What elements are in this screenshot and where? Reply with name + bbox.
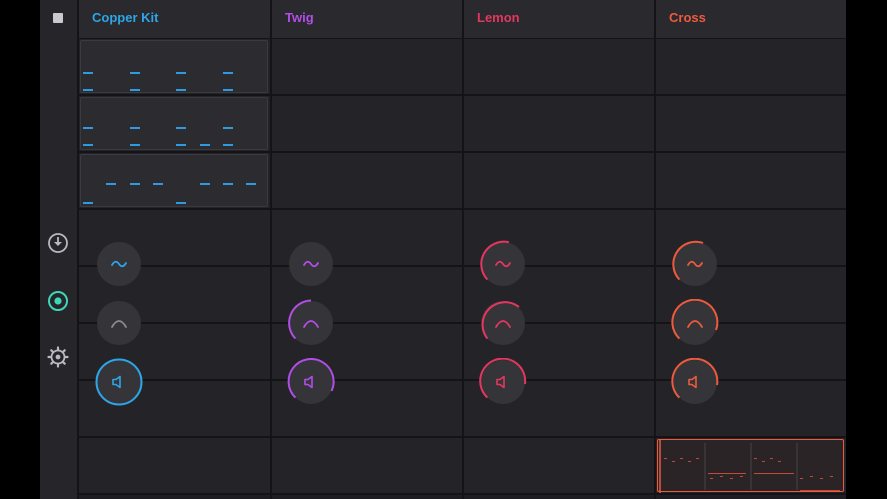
empty-slot[interactable] (464, 39, 654, 96)
empty-slot[interactable] (79, 438, 270, 495)
empty-slot[interactable] (272, 39, 462, 96)
filter-lfo-knob[interactable] (95, 240, 143, 288)
filter-lfo-knob[interactable] (671, 240, 719, 288)
empty-slot[interactable] (272, 438, 462, 495)
volume-knob[interactable] (479, 358, 527, 406)
midi-clip[interactable] (80, 40, 268, 93)
midi-clip-selected[interactable] (657, 439, 844, 493)
volume-knob[interactable] (287, 358, 335, 406)
track-header-cross[interactable]: Cross (656, 0, 846, 39)
track-header-copper-kit[interactable]: Copper Kit (79, 0, 270, 39)
filter-lfo-knob[interactable] (287, 240, 335, 288)
column-divider (270, 0, 272, 499)
track-header-twig[interactable]: Twig (272, 0, 462, 39)
volume-knob[interactable] (671, 358, 719, 406)
track-title: Copper Kit (92, 10, 159, 25)
empty-slot[interactable] (656, 153, 846, 210)
empty-slot[interactable] (464, 153, 654, 210)
volume-knob[interactable] (95, 358, 143, 406)
app-window: Copper Kit Twig Lemon Cross (40, 0, 846, 499)
empty-slot[interactable] (464, 438, 654, 495)
track-header-lemon[interactable]: Lemon (464, 0, 654, 39)
envelope-knob[interactable] (671, 299, 719, 347)
sidebar (40, 0, 78, 499)
filter-lfo-knob[interactable] (479, 240, 527, 288)
clip-slot[interactable] (79, 153, 270, 210)
empty-slot[interactable] (656, 39, 846, 96)
record-icon[interactable] (47, 290, 69, 312)
empty-slot[interactable] (464, 96, 654, 153)
clip-slot[interactable] (79, 39, 270, 96)
download-icon[interactable] (47, 232, 69, 254)
column-divider (654, 0, 656, 499)
track-title: Twig (285, 10, 314, 25)
envelope-knob[interactable] (95, 299, 143, 347)
track-title: Cross (669, 10, 706, 25)
midi-clip[interactable] (80, 97, 268, 150)
empty-slot[interactable] (656, 96, 846, 153)
empty-slot[interactable] (272, 96, 462, 153)
track-title: Lemon (477, 10, 520, 25)
clip-slot[interactable] (656, 438, 846, 495)
stop-icon[interactable] (53, 13, 63, 23)
clip-slot[interactable] (79, 96, 270, 153)
sidebar-divider (77, 0, 79, 499)
empty-slot[interactable] (272, 153, 462, 210)
settings-icon[interactable] (47, 346, 69, 368)
envelope-knob[interactable] (479, 299, 527, 347)
midi-clip[interactable] (80, 154, 268, 207)
column-divider (462, 0, 464, 499)
envelope-knob[interactable] (287, 299, 335, 347)
